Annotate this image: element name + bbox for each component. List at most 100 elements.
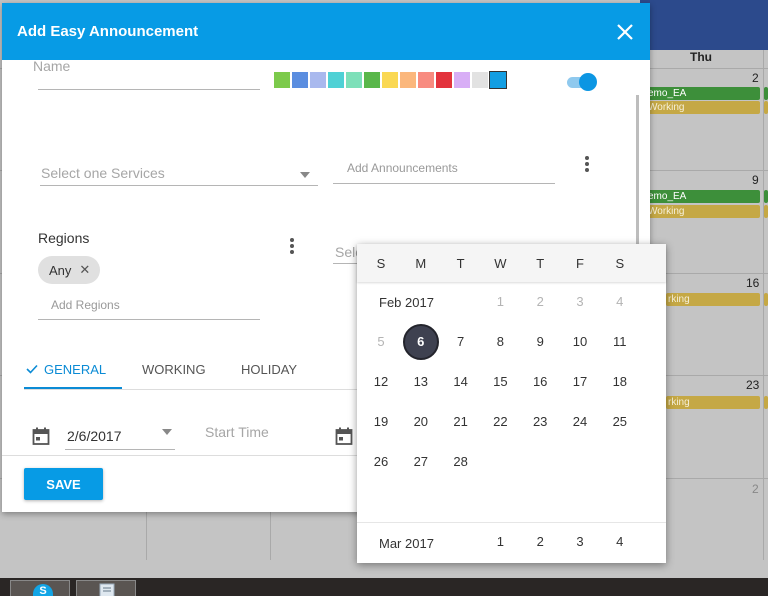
calendar-event[interactable]: emo_EA <box>646 190 760 203</box>
color-swatch[interactable] <box>309 71 327 89</box>
color-swatch[interactable] <box>345 71 363 89</box>
calendar-event[interactable]: Working <box>646 205 760 218</box>
color-picker <box>273 71 507 89</box>
taskbar-skype-button[interactable]: S <box>10 580 70 596</box>
color-swatch[interactable] <box>489 71 507 89</box>
calendar-day[interactable]: 20 <box>403 404 439 440</box>
regions-more-icon[interactable] <box>288 238 296 256</box>
calendar-event[interactable]: Working <box>646 101 760 114</box>
tab-holiday-label: HOLIDAY <box>241 362 298 377</box>
calendar-event[interactable] <box>764 87 768 100</box>
color-swatch[interactable] <box>417 71 435 89</box>
calendar-day[interactable]: 9 <box>522 324 558 360</box>
color-swatch[interactable] <box>327 71 345 89</box>
calendar-day[interactable]: 18 <box>602 364 638 400</box>
calendar-day: 5 <box>377 334 385 349</box>
services-select[interactable]: Select one Services <box>41 165 165 181</box>
chevron-down-icon[interactable] <box>162 429 172 435</box>
calendar-event[interactable] <box>764 101 768 114</box>
calendar-event[interactable] <box>764 205 768 218</box>
calendar-day[interactable]: 3 <box>562 524 598 560</box>
calendar-day[interactable]: 1 <box>482 524 518 560</box>
active-toggle[interactable] <box>565 73 597 91</box>
color-swatch[interactable] <box>471 71 489 89</box>
calendar-day[interactable]: 13 <box>403 364 439 400</box>
dialog-title: Add Easy Announcement <box>17 23 199 40</box>
calendar-day[interactable]: 7 <box>443 324 479 360</box>
color-swatch[interactable] <box>399 71 417 89</box>
calendar-icon[interactable] <box>32 427 50 445</box>
start-date-field[interactable]: 2/6/2017 <box>67 428 122 444</box>
calendar-day[interactable]: 21 <box>443 404 479 440</box>
weekday-label: S <box>376 256 386 271</box>
dialog-header: Add Easy Announcement <box>2 3 650 60</box>
calendar-day[interactable]: 4 <box>602 524 638 560</box>
chip-remove-icon[interactable]: ✕ <box>79 262 90 278</box>
calendar-day[interactable]: 24 <box>562 404 598 440</box>
calendar-day[interactable]: 15 <box>482 364 518 400</box>
services-underline <box>40 185 318 186</box>
calendar-event[interactable] <box>764 396 768 409</box>
calendar-event[interactable]: rking <box>666 396 760 409</box>
announcements-underline <box>333 183 555 184</box>
color-swatch[interactable] <box>381 71 399 89</box>
date-underline <box>65 449 175 450</box>
notepad-icon <box>99 583 115 596</box>
calendar-day[interactable]: 17 <box>562 364 598 400</box>
save-button[interactable]: SAVE <box>24 468 103 500</box>
calendar-event[interactable] <box>764 293 768 306</box>
month-divider <box>357 522 666 523</box>
close-icon <box>617 24 633 40</box>
calendar-date: 9 <box>752 173 759 187</box>
weekday-label: T <box>456 256 465 271</box>
taskbar: S <box>0 578 768 596</box>
tab-general[interactable]: GENERAL <box>24 361 122 389</box>
calendar-day: 2 <box>536 294 544 309</box>
weekday-header: SMTWTFS <box>357 244 666 282</box>
calendar-date: 2 <box>752 482 759 496</box>
calendar-event[interactable]: emo_EA <box>646 87 760 100</box>
calendar-day[interactable]: 19 <box>363 404 399 440</box>
dialog-scrollbar[interactable] <box>636 95 639 255</box>
calendar-day: 4 <box>616 294 624 309</box>
taskbar-app-button[interactable] <box>76 580 136 596</box>
calendar-day: 1 <box>496 294 504 309</box>
calendar-day[interactable]: 2 <box>522 524 558 560</box>
color-swatch[interactable] <box>435 71 453 89</box>
calendar-day[interactable]: 8 <box>482 324 518 360</box>
calendar-day[interactable]: 26 <box>363 444 399 480</box>
start-time-input[interactable]: Start Time <box>205 424 269 440</box>
chevron-down-icon[interactable] <box>300 172 310 178</box>
regions-input[interactable]: Add Regions <box>51 298 120 312</box>
calendar-day[interactable]: 25 <box>602 404 638 440</box>
calendar-day[interactable]: 6 <box>402 324 439 360</box>
more-options-icon[interactable] <box>583 156 591 174</box>
weekday-label: F <box>576 256 584 271</box>
calendar-date: 23 <box>746 378 760 392</box>
color-swatch[interactable] <box>453 71 471 89</box>
calendar-day[interactable]: 11 <box>602 324 638 360</box>
calendar-icon[interactable] <box>335 427 353 445</box>
color-swatch[interactable] <box>363 71 381 89</box>
calendar-day[interactable]: 16 <box>522 364 558 400</box>
calendar-day[interactable]: 12 <box>363 364 399 400</box>
color-swatch[interactable] <box>291 71 309 89</box>
name-input[interactable]: Name <box>33 58 70 74</box>
calendar-event[interactable] <box>764 190 768 203</box>
close-button[interactable] <box>614 21 636 43</box>
color-swatch[interactable] <box>273 71 291 89</box>
calendar-day[interactable]: 27 <box>403 444 439 480</box>
calendar-date: 16 <box>746 276 760 290</box>
calendar-day[interactable]: 10 <box>562 324 598 360</box>
tabs-divider <box>24 389 359 390</box>
calendar-day[interactable]: 23 <box>522 404 558 440</box>
announcements-input[interactable]: Add Announcements <box>347 161 458 175</box>
calendar-day[interactable]: 14 <box>443 364 479 400</box>
calendar-date: 2 <box>752 71 759 85</box>
name-underline <box>38 89 260 90</box>
calendar-day[interactable]: 28 <box>443 444 479 480</box>
weekday-label: T <box>536 256 545 271</box>
tab-general-label: GENERAL <box>44 362 107 377</box>
calendar-event[interactable]: rking <box>666 293 760 306</box>
calendar-day[interactable]: 22 <box>482 404 518 440</box>
